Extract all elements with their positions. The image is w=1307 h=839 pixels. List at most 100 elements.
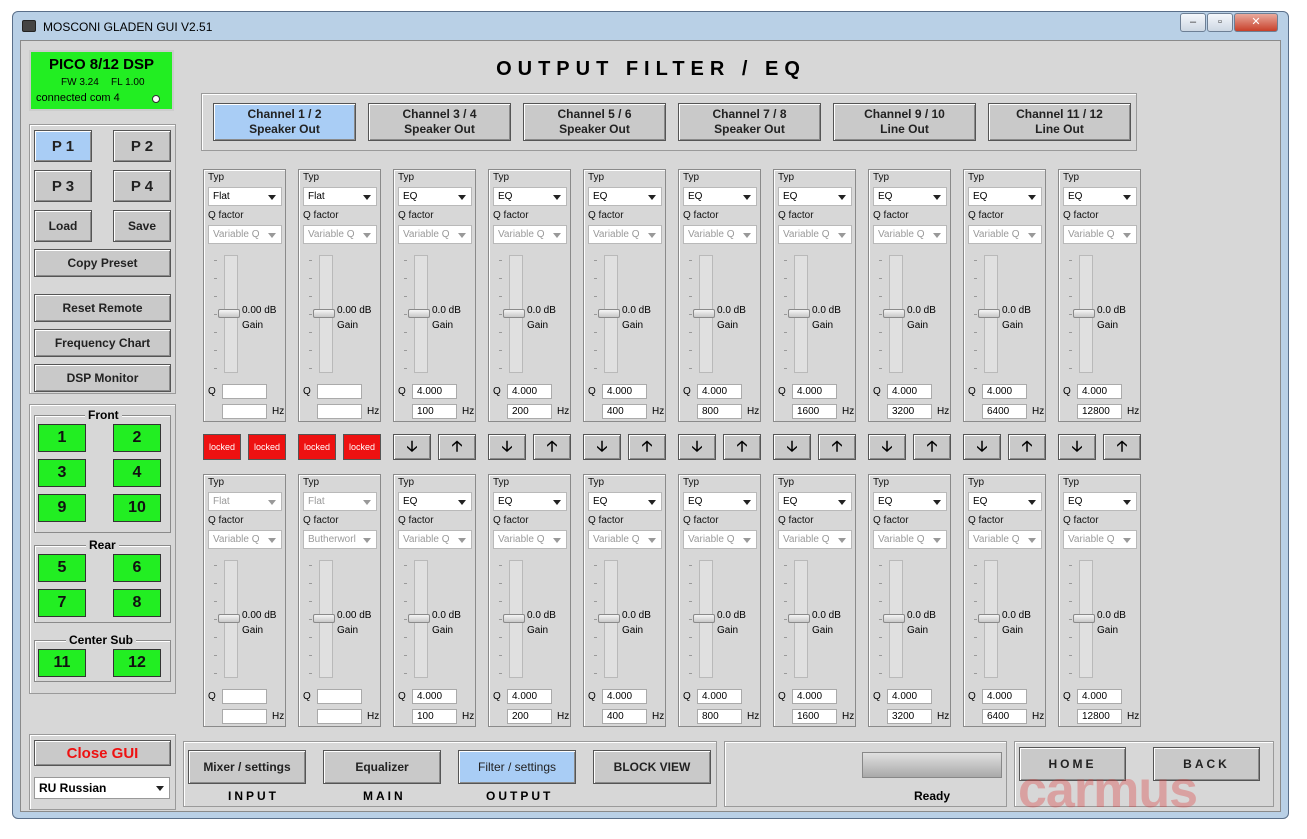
copy-down-arrow-icon[interactable]: 🡣 [583, 434, 621, 460]
language-select[interactable]: RU Russian [34, 777, 170, 799]
gain-slider-thumb[interactable] [503, 614, 525, 623]
copy-up-arrow-icon[interactable]: 🡡 [1008, 434, 1046, 460]
copy-preset-button[interactable]: Copy Preset [34, 249, 171, 277]
copy-down-arrow-icon[interactable]: 🡣 [488, 434, 526, 460]
q-input[interactable]: 4.000 [982, 384, 1027, 399]
copy-up-arrow-icon[interactable]: 🡡 [438, 434, 476, 460]
frequency-chart-button[interactable]: Frequency Chart [34, 329, 171, 357]
load-button[interactable]: Load [34, 210, 92, 242]
qfactor-select[interactable]: Variable Q [968, 225, 1042, 244]
q-input[interactable]: 4.000 [412, 384, 457, 399]
frequency-input[interactable]: 800 [697, 709, 742, 724]
filter-settings-button[interactable]: Filter / settings [458, 750, 576, 784]
type-select[interactable]: Flat [303, 187, 377, 206]
channel-2-button[interactable]: 2 [113, 424, 161, 452]
channel-9-button[interactable]: 9 [38, 494, 86, 522]
gain-slider-thumb[interactable] [693, 309, 715, 318]
frequency-input[interactable]: 12800 [1077, 709, 1122, 724]
type-select[interactable]: EQ [968, 492, 1042, 511]
qfactor-select[interactable]: Variable Q [588, 530, 662, 549]
close-gui-button[interactable]: Close GUI [34, 740, 171, 766]
gain-slider-thumb[interactable] [978, 614, 1000, 623]
gain-slider-thumb[interactable] [313, 309, 335, 318]
frequency-input[interactable]: 200 [507, 709, 552, 724]
q-input[interactable]: 4.000 [697, 689, 742, 704]
type-select[interactable]: EQ [683, 187, 757, 206]
type-select[interactable]: EQ [1063, 492, 1137, 511]
channel-7-button[interactable]: 7 [38, 589, 86, 617]
copy-up-arrow-icon[interactable]: 🡡 [723, 434, 761, 460]
gain-slider-thumb[interactable] [693, 614, 715, 623]
channel-tab-6[interactable]: Channel 11 / 12 Line Out [988, 103, 1131, 141]
frequency-input[interactable]: 100 [412, 709, 457, 724]
qfactor-select[interactable]: Variable Q [778, 225, 852, 244]
channel-tab-3[interactable]: Channel 5 / 6 Speaker Out [523, 103, 666, 141]
channel-5-button[interactable]: 5 [38, 554, 86, 582]
q-input[interactable] [317, 384, 362, 399]
type-select[interactable]: EQ [968, 187, 1042, 206]
type-select[interactable]: EQ [873, 492, 947, 511]
preset-p2-button[interactable]: P 2 [113, 130, 171, 162]
copy-down-arrow-icon[interactable]: 🡣 [868, 434, 906, 460]
q-input[interactable]: 4.000 [982, 689, 1027, 704]
qfactor-select[interactable]: Variable Q [968, 530, 1042, 549]
gain-slider-thumb[interactable] [1073, 309, 1095, 318]
qfactor-select[interactable]: Variable Q [588, 225, 662, 244]
type-select[interactable]: EQ [588, 492, 662, 511]
gain-slider-thumb[interactable] [408, 309, 430, 318]
channel-11-button[interactable]: 11 [38, 649, 86, 677]
gain-slider-thumb[interactable] [598, 309, 620, 318]
gain-slider-thumb[interactable] [218, 614, 240, 623]
copy-up-arrow-icon[interactable]: 🡡 [818, 434, 856, 460]
qfactor-select[interactable]: Variable Q [683, 225, 757, 244]
q-input[interactable]: 4.000 [792, 384, 837, 399]
copy-down-arrow-icon[interactable]: 🡣 [773, 434, 811, 460]
q-input[interactable]: 4.000 [1077, 384, 1122, 399]
gain-slider-thumb[interactable] [1073, 614, 1095, 623]
qfactor-select[interactable]: Variable Q [398, 225, 472, 244]
gain-slider-thumb[interactable] [408, 614, 430, 623]
frequency-input[interactable] [222, 404, 267, 419]
frequency-input[interactable] [317, 404, 362, 419]
qfactor-select[interactable]: Variable Q [873, 225, 947, 244]
q-input[interactable]: 4.000 [602, 384, 647, 399]
q-input[interactable] [222, 689, 267, 704]
q-input[interactable] [222, 384, 267, 399]
preset-p4-button[interactable]: P 4 [113, 170, 171, 202]
frequency-input[interactable] [317, 709, 362, 724]
q-input[interactable]: 4.000 [1077, 689, 1122, 704]
channel-8-button[interactable]: 8 [113, 589, 161, 617]
frequency-input[interactable]: 400 [602, 709, 647, 724]
type-select[interactable]: EQ [493, 492, 567, 511]
maximize-button[interactable]: ▫ [1207, 13, 1233, 32]
gain-slider-thumb[interactable] [978, 309, 1000, 318]
copy-down-arrow-icon[interactable]: 🡣 [1058, 434, 1096, 460]
close-window-button[interactable]: ✕ [1234, 13, 1278, 32]
qfactor-select[interactable]: Butherworl [303, 530, 377, 549]
frequency-input[interactable]: 100 [412, 404, 457, 419]
copy-up-arrow-icon[interactable]: 🡡 [1103, 434, 1141, 460]
type-select[interactable]: EQ [588, 187, 662, 206]
qfactor-select[interactable]: Variable Q [493, 225, 567, 244]
gain-slider-thumb[interactable] [313, 614, 335, 623]
frequency-input[interactable]: 12800 [1077, 404, 1122, 419]
minimize-button[interactable]: – [1180, 13, 1206, 32]
channel-tab-5[interactable]: Channel 9 / 10 Line Out [833, 103, 976, 141]
type-select[interactable]: EQ [398, 492, 472, 511]
frequency-input[interactable]: 800 [697, 404, 742, 419]
channel-tab-1[interactable]: Channel 1 / 2 Speaker Out [213, 103, 356, 141]
gain-slider-thumb[interactable] [788, 309, 810, 318]
q-input[interactable] [317, 689, 362, 704]
qfactor-select[interactable]: Variable Q [1063, 530, 1137, 549]
preset-p3-button[interactable]: P 3 [34, 170, 92, 202]
qfactor-select[interactable]: Variable Q [778, 530, 852, 549]
type-select[interactable]: EQ [683, 492, 757, 511]
preset-p1-button[interactable]: P 1 [34, 130, 92, 162]
q-input[interactable]: 4.000 [697, 384, 742, 399]
qfactor-select[interactable]: Variable Q [208, 530, 282, 549]
channel-3-button[interactable]: 3 [38, 459, 86, 487]
frequency-input[interactable]: 3200 [887, 709, 932, 724]
gain-slider-thumb[interactable] [598, 614, 620, 623]
q-input[interactable]: 4.000 [792, 689, 837, 704]
gain-slider-thumb[interactable] [883, 614, 905, 623]
